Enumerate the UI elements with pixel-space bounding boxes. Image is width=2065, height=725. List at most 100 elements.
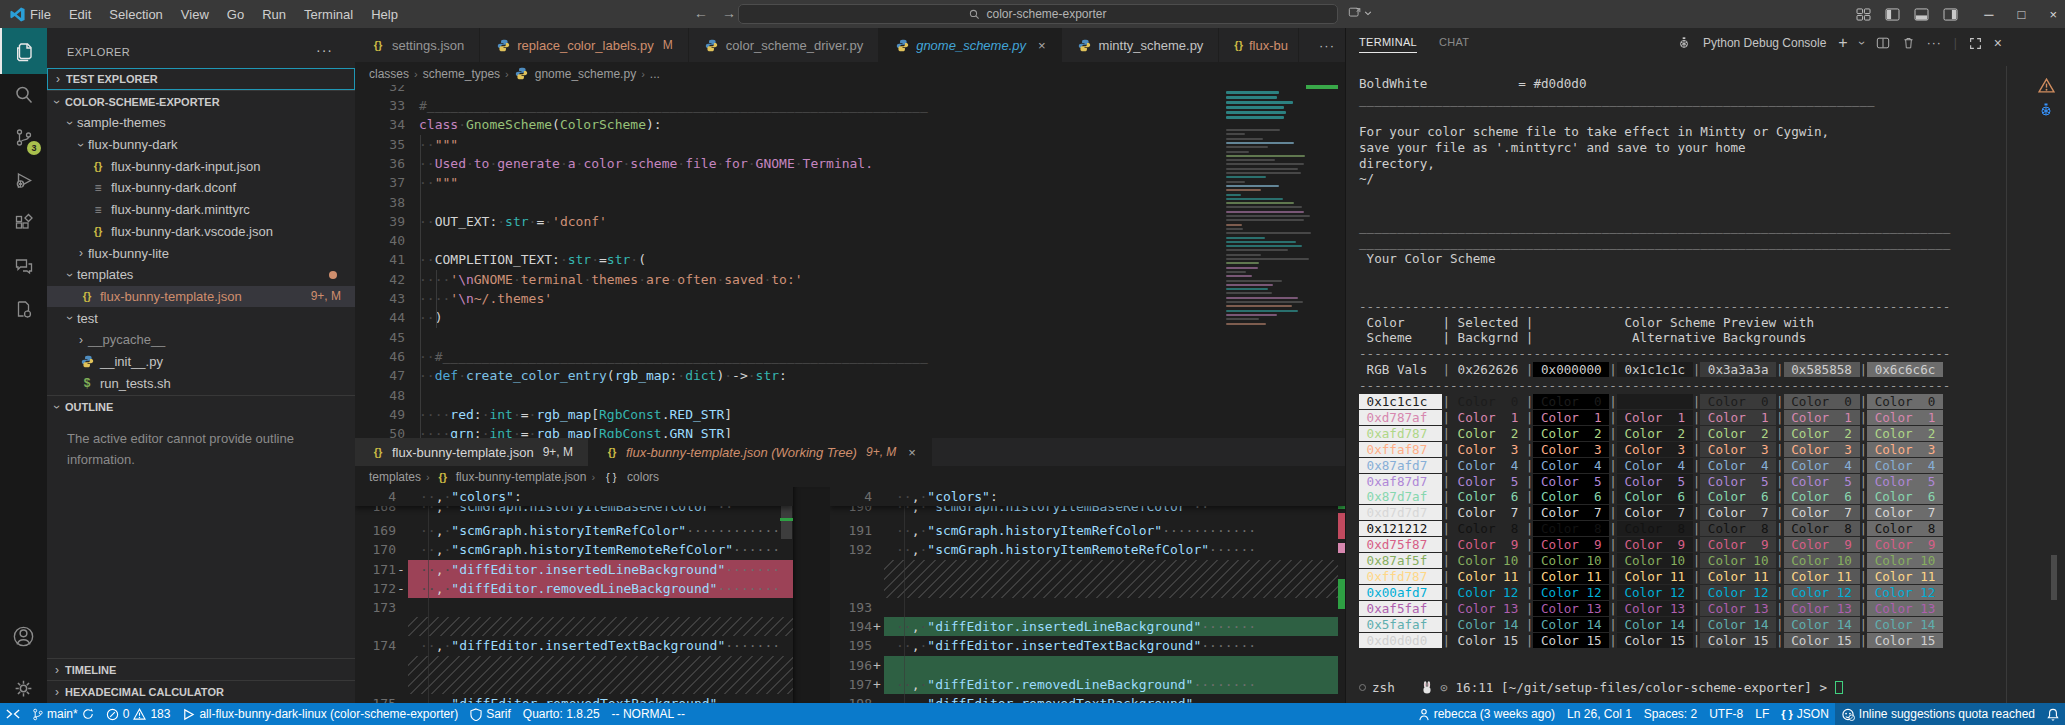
window-maximize-icon[interactable]: □ bbox=[2018, 7, 2026, 22]
status-encoding[interactable]: UTF-8 bbox=[1703, 703, 1749, 725]
diff-breadcrumb[interactable]: templates›{}flux-bunny-template.json›{ }… bbox=[355, 466, 1345, 487]
breadcrumb-item[interactable]: colors bbox=[627, 470, 659, 484]
tab-replace-color-labels-py[interactable]: replace_color_labels.pyM bbox=[480, 28, 689, 62]
toggle-panel-layout-icon[interactable] bbox=[1856, 8, 1871, 21]
split-terminal-icon[interactable] bbox=[1876, 36, 1890, 50]
maximize-panel-icon[interactable] bbox=[1969, 37, 1982, 50]
terminal-output[interactable]: BoldWhite = #d0d0d0_____________________… bbox=[1346, 66, 2006, 703]
section-timeline[interactable]: ›TIMELINE bbox=[47, 658, 355, 680]
layout-dropdown-icon[interactable] bbox=[1348, 6, 1372, 20]
menu-edit[interactable]: Edit bbox=[69, 7, 91, 22]
menu-terminal[interactable]: Terminal bbox=[304, 7, 353, 22]
status-vim-mode[interactable]: -- NORMAL -- bbox=[606, 703, 692, 725]
status-branch[interactable]: main* bbox=[26, 703, 100, 725]
tab-chat[interactable]: CHAT bbox=[1439, 36, 1469, 48]
custom-tool-icon[interactable] bbox=[0, 286, 47, 332]
menu-file[interactable]: File bbox=[30, 7, 51, 22]
tab-flux-bu[interactable]: {}flux-bu bbox=[1219, 28, 1299, 62]
extensions-icon[interactable] bbox=[0, 200, 47, 246]
toggle-sidebar-icon[interactable] bbox=[1885, 8, 1900, 21]
window-minimize-icon[interactable]: ─ bbox=[1984, 7, 1993, 22]
terminal-scrollbar[interactable] bbox=[2051, 555, 2057, 600]
tab-gnome-scheme-py[interactable]: gnome_scheme.py× bbox=[879, 28, 1061, 62]
tree-item-test[interactable]: ›test bbox=[47, 307, 355, 329]
breadcrumb-item[interactable]: templates bbox=[369, 470, 421, 484]
nav-back-icon[interactable]: ← bbox=[694, 5, 708, 21]
status-cursor-position[interactable]: Ln 26, Col 1 bbox=[1561, 703, 1638, 725]
tree-item-flux-bunny-template.json[interactable]: {}flux-bunny-template.json9+, M bbox=[47, 286, 355, 308]
run-debug-icon[interactable] bbox=[0, 157, 47, 203]
close-tab-icon[interactable]: × bbox=[908, 445, 916, 460]
breadcrumb-item[interactable]: ... bbox=[650, 67, 660, 81]
command-center-search[interactable]: color-scheme-exporter bbox=[738, 4, 1338, 24]
tree-item-sample-themes[interactable]: ›sample-themes bbox=[47, 112, 355, 134]
tab-mintty-scheme-py[interactable]: mintty_scheme.py bbox=[1062, 28, 1220, 62]
minimap[interactable] bbox=[1222, 85, 1330, 438]
terminal-more-actions-icon[interactable]: ··· bbox=[1927, 36, 1942, 50]
tree-item-__pycache__[interactable]: ›__pycache__ bbox=[47, 329, 355, 351]
tree-item-flux-bunny-dark.dconf[interactable]: ≡flux-bunny-dark.dconf bbox=[47, 177, 355, 199]
source-control-icon[interactable]: 3 bbox=[0, 114, 47, 160]
diff-modified-pane[interactable]: 190··,·"scmGraph.historyItemBaseRefColor… bbox=[830, 487, 1345, 703]
breadcrumb-item[interactable]: flux-bunny-template.json bbox=[456, 470, 587, 484]
diff-left-scrollbar[interactable] bbox=[780, 487, 793, 703]
explorer-more-actions-icon[interactable]: ··· bbox=[316, 42, 333, 58]
chat-icon[interactable] bbox=[0, 243, 47, 289]
diff-original-pane[interactable]: 168··,·"scmGraph.historyItemBaseRefColor… bbox=[355, 487, 793, 703]
tree-item-flux-bunny-lite[interactable]: ›flux-bunny-lite bbox=[47, 242, 355, 264]
tree-item-flux-bunny-dark.minttyrc[interactable]: ≡flux-bunny-dark.minttyrc bbox=[47, 199, 355, 221]
new-terminal-icon[interactable]: + bbox=[1838, 34, 1847, 52]
toggle-secondary-sidebar-icon[interactable] bbox=[1943, 8, 1958, 21]
code-editor[interactable]: 3233#___________________________________… bbox=[355, 85, 1345, 438]
breadcrumb[interactable]: classes›scheme_types›gnome_scheme.py›... bbox=[355, 62, 1345, 85]
status-copilot-quota[interactable]: Inline suggestions quota reached bbox=[1835, 703, 2041, 725]
search-icon[interactable] bbox=[0, 71, 47, 117]
tree-item-run_tests.sh[interactable]: $run_tests.sh bbox=[47, 372, 355, 394]
tab-terminal[interactable]: TERMINAL bbox=[1359, 36, 1417, 53]
section-outline[interactable]: ›OUTLINE bbox=[47, 395, 355, 417]
status-git-blame[interactable]: rebecca (3 weeks ago) bbox=[1412, 703, 1561, 725]
status-problems[interactable]: 0183 bbox=[100, 703, 177, 725]
diff-editor[interactable]: 168··,·"scmGraph.historyItemBaseRefColor… bbox=[355, 487, 1345, 703]
close-panel-icon[interactable]: × bbox=[1994, 35, 2002, 51]
menu-help[interactable]: Help bbox=[371, 7, 398, 22]
account-icon[interactable] bbox=[0, 613, 47, 659]
status-indentation[interactable]: Spaces: 2 bbox=[1638, 703, 1703, 725]
section-test-explorer[interactable]: ›TEST EXPLORER bbox=[47, 68, 355, 90]
toggle-panel-icon[interactable] bbox=[1914, 8, 1929, 21]
status-remote[interactable] bbox=[0, 703, 26, 725]
tab-settings-json[interactable]: {}settings.json bbox=[355, 28, 480, 62]
tab-overflow-icon[interactable]: ··· bbox=[1309, 28, 1345, 62]
close-tab-icon[interactable]: × bbox=[1038, 38, 1046, 53]
status-sarif[interactable]: Sarif bbox=[464, 703, 517, 725]
terminal-debug-icon[interactable] bbox=[2038, 102, 2054, 118]
status-notifications[interactable] bbox=[2041, 703, 2065, 725]
status-debug-config[interactable]: all-flux-bunny-dark-linux (color-scheme-… bbox=[176, 703, 464, 725]
tab-flux-bunny-template-json-working-tree-[interactable]: {}flux-bunny-template.json (Working Tree… bbox=[589, 438, 932, 466]
tree-item-flux-bunny-dark.vscode.json[interactable]: {}flux-bunny-dark.vscode.json bbox=[47, 221, 355, 243]
kill-terminal-icon[interactable] bbox=[1902, 36, 1915, 50]
menu-view[interactable]: View bbox=[181, 7, 209, 22]
breadcrumb-item[interactable]: gnome_scheme.py bbox=[535, 67, 636, 81]
section-hex-calculator[interactable]: ›HEXADECIMAL CALCULATOR bbox=[47, 680, 355, 702]
tab-flux-bunny-template-json[interactable]: {}flux-bunny-template.json9+, M bbox=[355, 438, 589, 466]
menu-run[interactable]: Run bbox=[262, 7, 286, 22]
tree-item-templates[interactable]: ›templates bbox=[47, 264, 355, 286]
status-quarto[interactable]: Quarto: 1.8.25 bbox=[517, 703, 606, 725]
breadcrumb-item[interactable]: scheme_types bbox=[423, 67, 500, 81]
terminal-dropdown-icon[interactable]: › bbox=[1855, 41, 1869, 45]
menu-go[interactable]: Go bbox=[227, 7, 244, 22]
terminal-warning-icon[interactable] bbox=[2038, 78, 2055, 93]
status-eol[interactable]: LF bbox=[1749, 703, 1775, 725]
tree-item-flux-bunny-dark[interactable]: ›flux-bunny-dark bbox=[47, 134, 355, 156]
tree-item-__init__.py[interactable]: __init__.py bbox=[47, 351, 355, 373]
nav-forward-icon[interactable]: → bbox=[722, 5, 736, 21]
breadcrumb-item[interactable]: classes bbox=[369, 67, 409, 81]
status-language-mode[interactable]: { }JSON bbox=[1775, 703, 1835, 725]
window-close-icon[interactable]: × bbox=[2049, 7, 2057, 22]
explorer-icon[interactable] bbox=[0, 28, 47, 74]
tab-color-scheme-driver-py[interactable]: color_scheme_driver.py bbox=[689, 28, 879, 62]
tree-item-flux-bunny-dark-input.json[interactable]: {}flux-bunny-dark-input.json bbox=[47, 155, 355, 177]
section-project[interactable]: ›COLOR-SCHEME-EXPORTER bbox=[47, 90, 355, 112]
menu-selection[interactable]: Selection bbox=[109, 7, 162, 22]
